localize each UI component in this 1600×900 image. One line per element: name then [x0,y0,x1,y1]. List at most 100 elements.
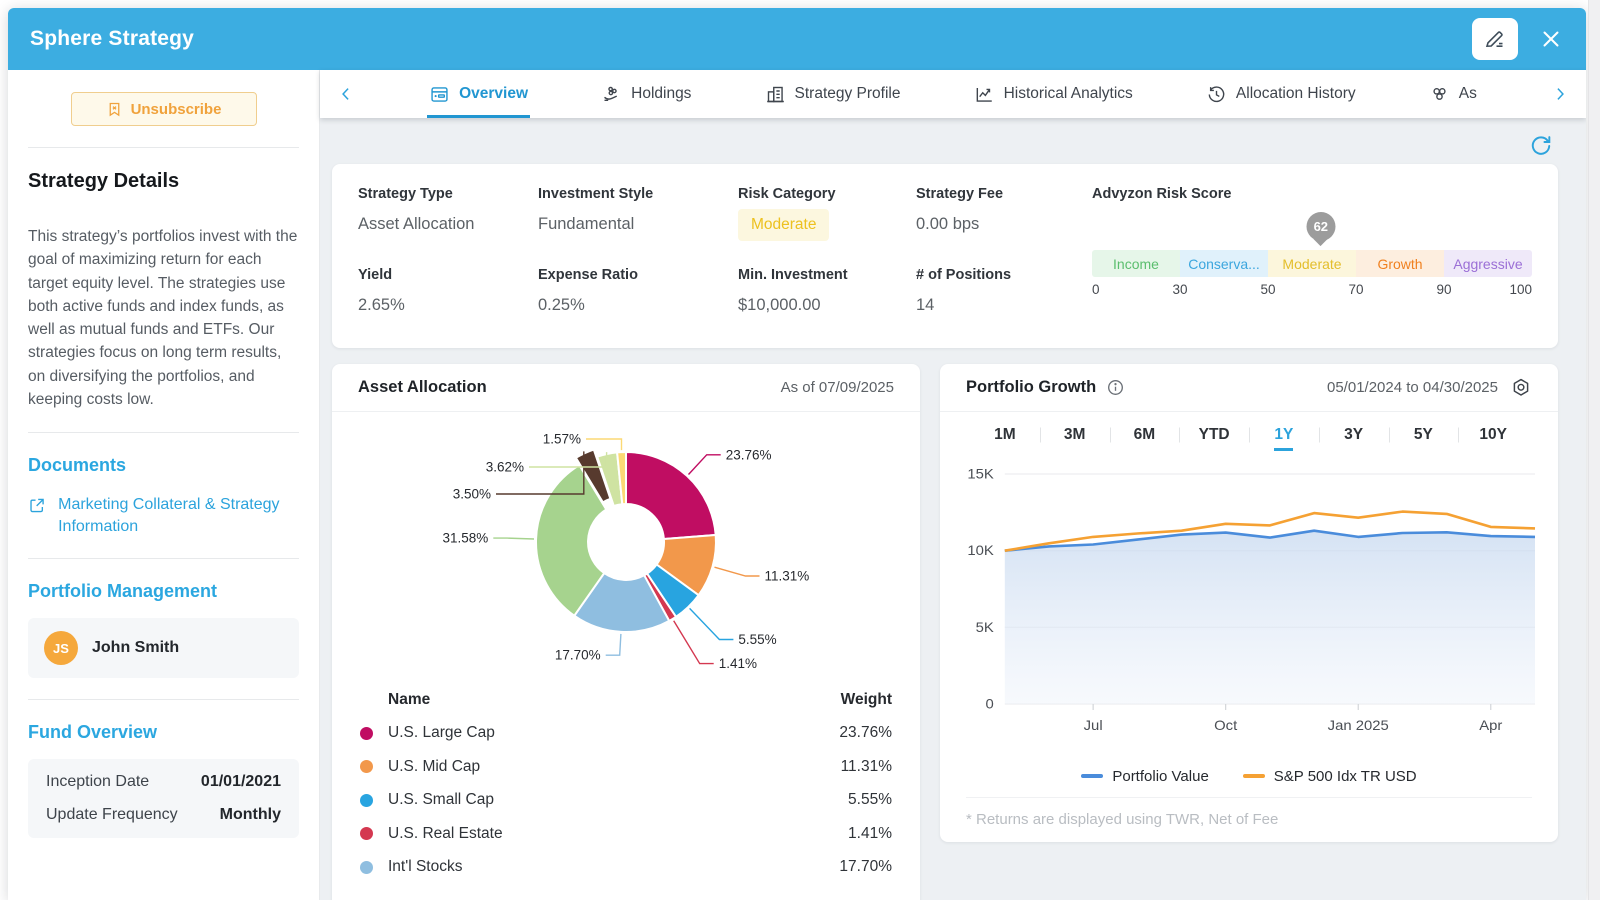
name-column-header: Name [388,691,841,709]
field-min-investment: Min. Investment$10,000.00 [738,267,916,341]
page: Sphere Strategy [0,0,1600,900]
risk-score-pin: 62 [1306,212,1335,241]
y-tick-label: 15K [967,467,994,482]
risk-segment-moderate: Moderate [1268,250,1356,277]
risk-category-badge: Moderate [738,209,829,241]
risk-score-ticks: 030507090100 [1092,282,1532,302]
x-tick-label: Oct [1214,719,1237,734]
edit-button[interactable] [1472,18,1518,60]
twr-footnote: * Returns are displayed using TWR, Net o… [966,797,1532,828]
period-3y[interactable]: 3Y [1319,426,1389,444]
holdings-icon [601,84,622,105]
x-tick-label: Apr [1479,719,1502,734]
tab-allocation-history[interactable]: Allocation History [1204,70,1358,118]
risk-segment-conserva-: Conserva... [1180,250,1268,277]
asset-allocation-donut-chart[interactable]: 23.76%11.31%5.55%1.41%17.70%31.58%3.50%3… [332,412,920,679]
pie-label-leader [689,455,721,475]
page-scrollbar[interactable] [1588,0,1600,900]
chevron-left-icon [336,84,356,104]
risk-tick: 90 [1436,282,1451,297]
divider [28,558,299,559]
period-1m[interactable]: 1M [970,426,1040,444]
marketing-collateral-link[interactable]: Marketing Collateral & Strategy Informat… [28,494,299,537]
period-1y[interactable]: 1Y [1249,426,1319,444]
risk-tick: 70 [1348,282,1363,297]
close-button[interactable] [1534,22,1568,56]
period-6m[interactable]: 6M [1110,426,1180,444]
portfolio-growth-card: Portfolio Growth 05/01/2024 to 04/30/202… [940,364,1558,842]
bookmark-x-icon [106,101,123,118]
legend-item[interactable]: Portfolio Value [1081,768,1208,785]
field-strategy-type: Strategy TypeAsset Allocation [358,186,538,267]
series-color-dot [360,827,373,840]
fund-overview-card: Inception Date01/01/2021Update Frequency… [28,759,299,838]
fund-overview-row: Update FrequencyMonthly [46,806,281,824]
pie-label: 1.41% [719,656,757,671]
period-ytd[interactable]: YTD [1179,426,1249,444]
strategy-details-title: Strategy Details [28,170,299,193]
documents-heading: Documents [28,455,299,476]
y-tick-label: 0 [986,697,994,712]
field-expense-ratio: Expense Ratio0.25% [538,267,738,341]
series-color-dot [360,760,373,773]
table-header-row: Name Weight [360,683,892,717]
asset-allocation-table: Name Weight U.S. Large Cap23.76%U.S. Mid… [332,679,920,884]
risk-score-bar: IncomeConserva...ModerateGrowthAggressiv… [1092,250,1532,277]
tab-overview[interactable]: Overview [427,70,530,118]
asset-allocation-title: Asset Allocation [358,378,487,397]
allocation-history-icon [1206,84,1227,105]
unsubscribe-label: Unsubscribe [131,101,222,118]
pie-label-leader [690,608,734,639]
pie-label: 11.31% [765,569,810,584]
overview-icon [429,84,450,105]
edit-pencil-icon [1483,27,1507,51]
chevron-right-icon [1550,84,1570,104]
strategy-info-card: Advyzon Risk Score 62 IncomeConserva...M… [332,164,1558,348]
tabs-scroll-left[interactable] [334,70,358,118]
pie-label: 31.58% [443,531,489,546]
table-row: U.S. Small Cap5.55% [360,784,892,818]
legend-item[interactable]: S&P 500 Idx TR USD [1243,768,1417,785]
info-icon[interactable] [1106,378,1125,397]
table-row: Int'l Stocks17.70% [360,851,892,885]
pie-label: 3.62% [486,460,524,475]
risk-segment-growth: Growth [1356,250,1444,277]
portfolio-growth-chart[interactable]: 05K10K15KJulOctJan 2025Apr [940,458,1558,759]
pie-label: 23.76% [726,447,772,462]
refresh-button[interactable] [1528,131,1558,161]
field-yield: Yield2.65% [358,267,538,341]
tab-strategy-profile[interactable]: Strategy Profile [763,70,903,118]
external-link-icon [28,494,46,517]
manager-card[interactable]: JS John Smith [28,618,299,678]
area-fill [1005,531,1535,704]
settings-gear-icon[interactable] [1510,377,1532,399]
weight-column-header: Weight [841,691,892,709]
pie-label-leader [586,439,622,450]
pie-label: 3.50% [453,487,491,502]
sidebar: Unsubscribe Strategy Details This strate… [8,70,320,900]
period-3m[interactable]: 3M [1040,426,1110,444]
tab-historical-analytics[interactable]: Historical Analytics [972,70,1135,118]
tabs-scroll-right[interactable] [1548,70,1572,118]
field-risk-category: Risk CategoryModerate [738,186,916,267]
field-investment-style: Investment StyleFundamental [538,186,738,267]
period-5y[interactable]: 5Y [1389,426,1459,444]
risk-tick: 0 [1092,282,1100,297]
risk-segment-income: Income [1092,250,1180,277]
chart-legend: Portfolio Value S&P 500 Idx TR USD [940,759,1558,793]
period-10y[interactable]: 10Y [1458,426,1528,444]
legend-swatch [1243,774,1265,778]
historical-analytics-icon [974,84,995,105]
y-tick-label: 5K [976,620,995,635]
pie-label-leader [606,634,621,655]
strategy-profile-icon [765,84,786,105]
unsubscribe-button[interactable]: Unsubscribe [71,92,257,126]
tab-as[interactable]: As [1427,70,1479,118]
series-color-dot [360,727,373,740]
refresh-icon [1528,133,1554,159]
pie-slice [626,452,716,539]
asset-allocation-card: Asset Allocation As of 07/09/2025 23.76%… [332,364,920,900]
tab-holdings[interactable]: Holdings [599,70,693,118]
overview-content: Advyzon Risk Score 62 IncomeConserva...M… [320,118,1586,900]
divider [28,432,299,433]
